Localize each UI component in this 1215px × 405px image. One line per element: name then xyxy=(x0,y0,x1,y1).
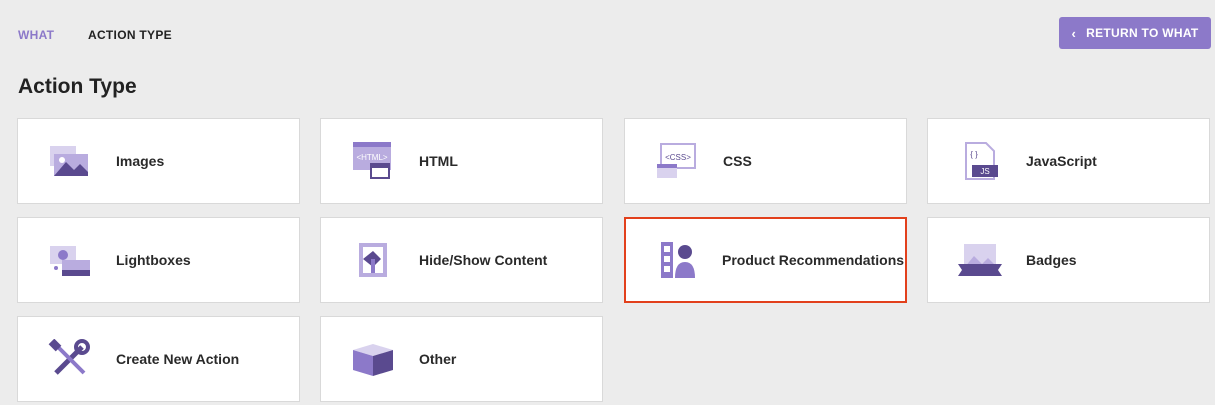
card-label: HTML xyxy=(419,153,458,169)
lightboxes-icon xyxy=(48,240,92,280)
hide-show-icon xyxy=(351,240,395,280)
card-create-new-action[interactable]: Create New Action xyxy=(17,316,300,402)
badges-icon xyxy=(958,240,1002,280)
card-label: JavaScript xyxy=(1026,153,1097,169)
card-css[interactable]: <CSS> CSS xyxy=(624,118,907,204)
page-title: Action Type xyxy=(18,75,137,98)
css-icon-text: <CSS> xyxy=(665,153,691,162)
html-icon: <HTML> xyxy=(351,141,395,181)
card-product-recommendations[interactable]: Product Recommendations xyxy=(624,217,907,303)
card-other[interactable]: Other xyxy=(320,316,603,402)
images-icon xyxy=(48,141,92,181)
javascript-icon-text: JS xyxy=(980,167,989,176)
card-label: Product Recommendations xyxy=(722,252,905,268)
card-label: CSS xyxy=(723,153,752,169)
top-bar: WHAT ACTION TYPE ‹ RETURN TO WHAT xyxy=(0,0,1215,70)
card-images[interactable]: Images xyxy=(17,118,300,204)
tools-icon xyxy=(48,339,92,379)
card-javascript[interactable]: { } JS JavaScript xyxy=(927,118,1210,204)
card-label: Create New Action xyxy=(116,351,240,367)
javascript-braces-text: { } xyxy=(970,150,978,159)
card-lightboxes[interactable]: Lightboxes xyxy=(17,217,300,303)
chevron-left-icon: ‹ xyxy=(1071,25,1077,41)
card-label: Lightboxes xyxy=(116,252,191,268)
breadcrumb-current: ACTION TYPE xyxy=(88,28,172,42)
return-to-what-button[interactable]: ‹ RETURN TO WHAT xyxy=(1059,17,1211,49)
card-label: Other xyxy=(419,351,457,367)
card-html[interactable]: <HTML> HTML xyxy=(320,118,603,204)
html-icon-text: <HTML> xyxy=(356,153,387,162)
card-label: Badges xyxy=(1026,252,1077,268)
card-label: Images xyxy=(116,153,165,169)
card-hide-show-content[interactable]: Hide/Show Content xyxy=(320,217,603,303)
javascript-icon: { } JS xyxy=(958,141,1002,181)
css-icon: <CSS> xyxy=(655,141,699,181)
breadcrumb-what-link[interactable]: WHAT xyxy=(18,28,54,42)
card-label: Hide/Show Content xyxy=(419,252,548,268)
product-recommendations-icon xyxy=(655,240,699,280)
box-icon xyxy=(351,339,395,379)
card-badges[interactable]: Badges xyxy=(927,217,1210,303)
return-button-label: RETURN TO WHAT xyxy=(1086,26,1199,40)
